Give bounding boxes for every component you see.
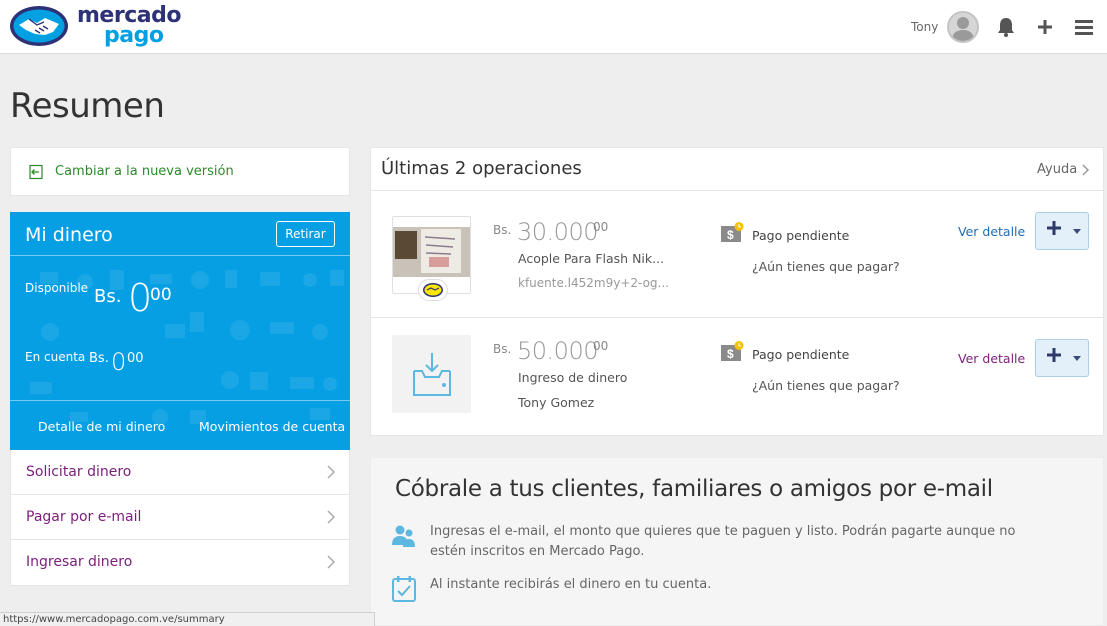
plus-icon bbox=[1047, 348, 1061, 362]
avatar[interactable] bbox=[947, 11, 979, 43]
switch-icon bbox=[29, 164, 43, 180]
svg-text:$: $ bbox=[727, 347, 734, 361]
my-money-title: Mi dinero bbox=[25, 224, 113, 246]
my-money-card: Mi dinero Retirar Disponible Bs. 0 00 En… bbox=[10, 212, 350, 450]
logo-line2: pago bbox=[104, 23, 164, 48]
operation-row: Bs. 50.000 00 Ingreso de dinero Tony Gom… bbox=[371, 319, 1103, 446]
operations-header: Últimas 2 operaciones Ayuda bbox=[371, 148, 1103, 191]
browser-status-url: https://www.mercadopago.com.ve/summary bbox=[0, 612, 375, 626]
amount-currency: Bs. bbox=[493, 342, 512, 356]
handshake-logo-icon bbox=[10, 6, 68, 46]
switch-version-banner[interactable]: Cambiar a la nueva versión bbox=[10, 147, 350, 196]
operation-reference: kfuente.l452m9y+2-og... bbox=[518, 276, 669, 290]
avatar-silhouette-icon bbox=[952, 17, 974, 41]
operations-title: Últimas 2 operaciones bbox=[381, 158, 582, 179]
amount-decimals: 00 bbox=[593, 339, 609, 353]
pending-payment-icon: $ bbox=[721, 222, 744, 242]
chevron-right-icon bbox=[327, 510, 335, 524]
mercadopago-logo[interactable]: mercado pago bbox=[9, 4, 181, 48]
recent-operations-panel: Últimas 2 operaciones Ayuda Bs. 30.000 0… bbox=[370, 147, 1104, 436]
menu-icon[interactable] bbox=[1073, 16, 1095, 38]
request-money-item[interactable]: Solicitar dinero bbox=[11, 450, 349, 495]
amount-currency: Bs. bbox=[493, 223, 512, 237]
available-label: Disponible bbox=[25, 281, 89, 295]
payment-status: Pago pendiente bbox=[752, 347, 850, 362]
promo-title: Cóbrale a tus clientes, familiares o ami… bbox=[395, 476, 993, 502]
deposit-money-label[interactable]: Ingresar dinero bbox=[26, 554, 132, 570]
deposit-thumbnail[interactable] bbox=[392, 335, 471, 413]
money-actions-list: Solicitar dinero Pagar por e-mail Ingres… bbox=[10, 450, 350, 586]
caret-down-icon bbox=[1073, 229, 1081, 234]
plus-icon bbox=[1047, 221, 1061, 235]
caret-down-icon bbox=[1073, 356, 1081, 361]
account-decimals: 00 bbox=[127, 351, 144, 366]
chevron-right-icon[interactable] bbox=[1082, 164, 1089, 176]
deposit-money-item[interactable]: Ingresar dinero bbox=[11, 540, 349, 585]
top-bar: mercado pago Tony bbox=[0, 0, 1107, 54]
money-pattern-decoration bbox=[30, 270, 344, 425]
available-currency: Bs. bbox=[94, 286, 122, 307]
withdraw-button[interactable]: Retirar bbox=[276, 221, 335, 247]
switch-version-label[interactable]: Cambiar a la nueva versión bbox=[55, 164, 234, 179]
money-divider-bottom bbox=[10, 400, 350, 401]
payment-status: Pago pendiente bbox=[752, 228, 850, 243]
available-amount: 0 bbox=[128, 276, 153, 320]
view-detail-link[interactable]: Ver detalle bbox=[958, 224, 1025, 239]
amount-decimals: 00 bbox=[593, 220, 609, 234]
calendar-check-icon bbox=[392, 576, 416, 602]
users-icon bbox=[392, 525, 415, 547]
pending-payment-icon: $ bbox=[721, 341, 744, 361]
promo-point-2: Al instante recibirás el dinero en tu cu… bbox=[430, 577, 712, 592]
operation-description: Acople Para Flash Nik... bbox=[518, 251, 665, 266]
account-label: En cuenta bbox=[25, 350, 86, 364]
svg-text:$: $ bbox=[727, 228, 734, 242]
operation-counterparty: Tony Gomez bbox=[518, 395, 595, 410]
plus-icon[interactable] bbox=[1034, 16, 1056, 38]
bell-icon[interactable] bbox=[995, 16, 1017, 38]
money-divider-top bbox=[10, 255, 350, 256]
pay-question-link[interactable]: ¿Aún tienes que pagar? bbox=[752, 259, 900, 274]
money-detail-link[interactable]: Detalle de mi dinero bbox=[38, 419, 165, 434]
operation-amount: 30.000 bbox=[517, 218, 598, 246]
chevron-right-icon bbox=[327, 555, 335, 569]
account-currency: Bs. bbox=[89, 351, 109, 366]
operation-row: Bs. 30.000 00 Acople Para Flash Nik... k… bbox=[371, 191, 1103, 318]
help-link[interactable]: Ayuda bbox=[1037, 162, 1077, 177]
pay-by-email-label[interactable]: Pagar por e-mail bbox=[26, 509, 141, 525]
pay-question-link[interactable]: ¿Aún tienes que pagar? bbox=[752, 378, 900, 393]
operation-actions-button[interactable] bbox=[1035, 212, 1089, 250]
request-money-label[interactable]: Solicitar dinero bbox=[26, 464, 131, 480]
chevron-right-icon bbox=[327, 465, 335, 479]
product-thumbnail[interactable] bbox=[392, 216, 471, 301]
user-name[interactable]: Tony bbox=[911, 20, 938, 34]
operation-actions-button[interactable] bbox=[1035, 339, 1089, 377]
available-decimals: 00 bbox=[150, 285, 172, 305]
deposit-inbox-icon bbox=[413, 353, 451, 396]
account-amount: 0 bbox=[111, 348, 127, 376]
promo-point-1: Ingresas el e-mail, el monto que quieres… bbox=[430, 524, 1016, 559]
email-charge-promo: Cóbrale a tus clientes, familiares o ami… bbox=[370, 457, 1104, 626]
account-movements-link[interactable]: Movimientos de cuenta bbox=[199, 419, 345, 434]
page-title: Resumen bbox=[10, 86, 165, 126]
mercadolibre-badge-icon bbox=[418, 279, 448, 301]
operation-amount: 50.000 bbox=[517, 337, 598, 365]
operation-description: Ingreso de dinero bbox=[518, 370, 628, 385]
view-detail-link[interactable]: Ver detalle bbox=[958, 351, 1025, 366]
logo-wordmark: mercado pago bbox=[77, 5, 181, 48]
pay-by-email-item[interactable]: Pagar por e-mail bbox=[11, 495, 349, 540]
